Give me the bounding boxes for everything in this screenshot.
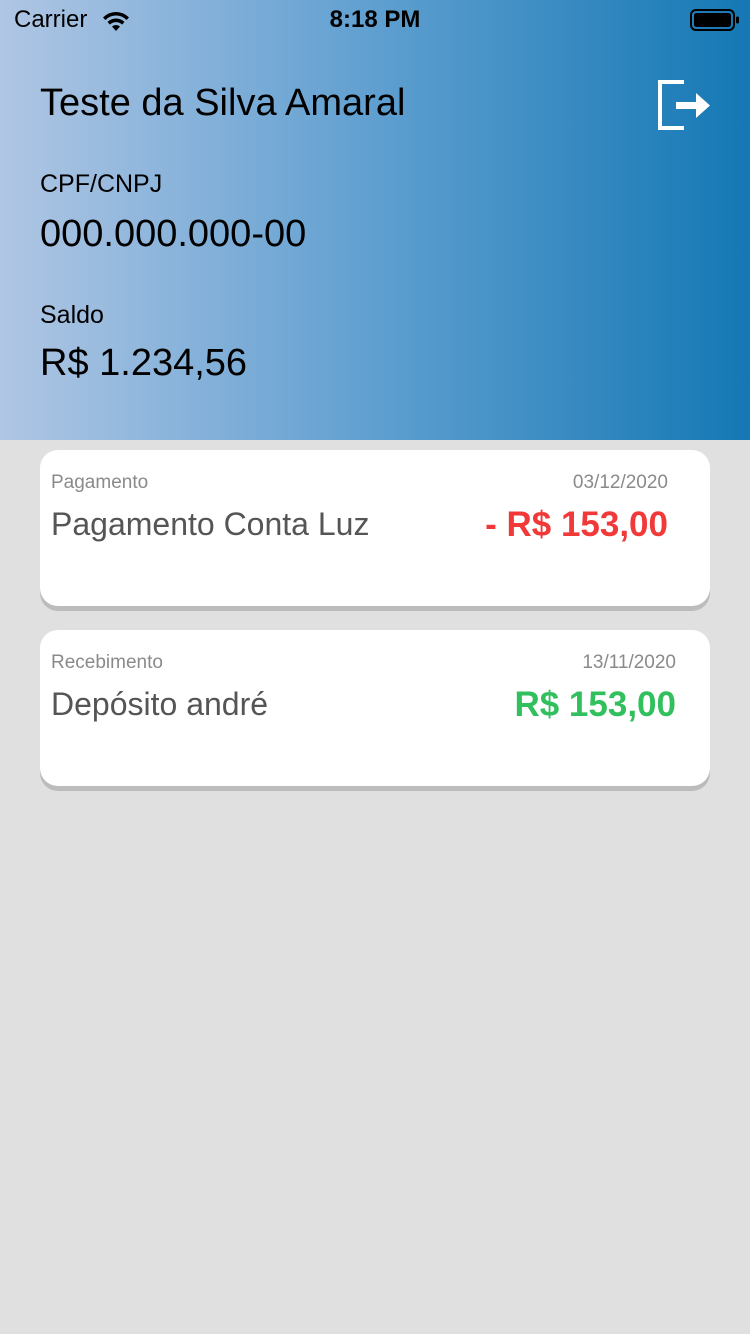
transaction-amount: - R$ 153,00 bbox=[485, 505, 668, 544]
transaction-card[interactable]: Recebimento 13/11/2020 Depósito andré R$… bbox=[40, 630, 710, 786]
user-name: Teste da Silva Amaral bbox=[40, 82, 406, 124]
document-label: CPF/CNPJ bbox=[40, 170, 163, 198]
document-value: 000.000.000-00 bbox=[40, 213, 307, 255]
clock: 8:18 PM bbox=[329, 6, 421, 33]
transaction-date: 03/12/2020 bbox=[572, 472, 668, 493]
status-bar: Carrier 8:18 PM bbox=[0, 0, 750, 40]
transaction-type: Pagamento bbox=[51, 472, 149, 493]
logout-icon[interactable] bbox=[654, 78, 714, 134]
transaction-card[interactable]: Pagamento 03/12/2020 Pagamento Conta Luz… bbox=[40, 450, 710, 606]
transaction-amount: R$ 153,00 bbox=[514, 685, 676, 724]
transaction-type: Recebimento bbox=[51, 652, 163, 673]
balance-label: Saldo bbox=[40, 301, 104, 329]
balance-value: R$ 1.234,56 bbox=[40, 342, 248, 384]
transaction-description: Pagamento Conta Luz bbox=[51, 506, 370, 542]
battery-icon bbox=[690, 9, 739, 31]
transaction-date: 13/11/2020 bbox=[582, 652, 676, 673]
account-header: Carrier 8:18 PM Teste da Silva Amaral CP… bbox=[0, 0, 750, 440]
transaction-description: Depósito andré bbox=[51, 686, 269, 722]
